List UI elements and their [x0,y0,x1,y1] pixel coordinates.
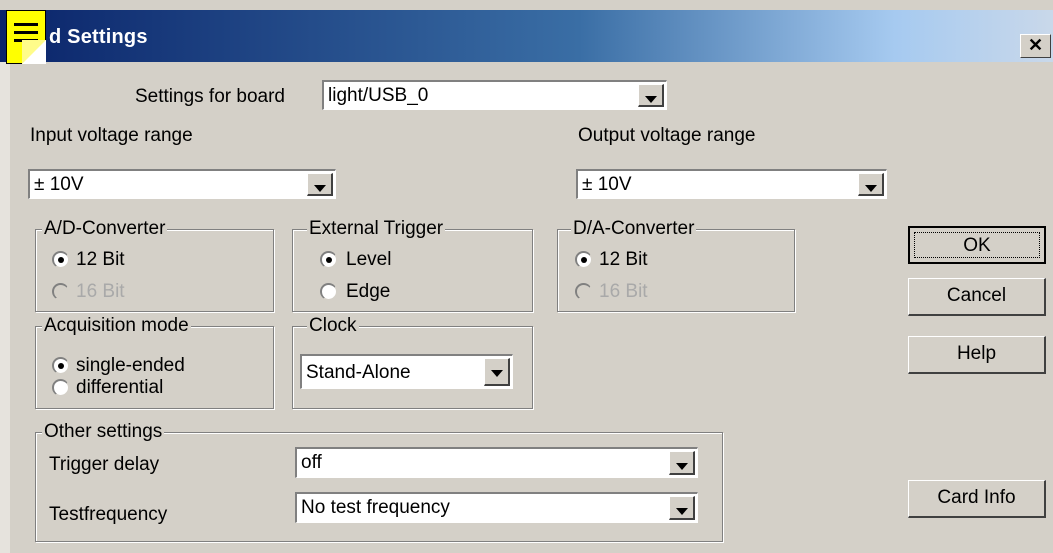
board-value: light/USB_0 [328,85,429,106]
external-trigger-title: External Trigger [307,218,446,240]
acquisition-mode-title: Acquisition mode [42,315,191,337]
trigger-delay-select[interactable]: off [295,447,698,478]
ad-16bit-radio [52,283,69,300]
chevron-down-icon[interactable] [484,358,510,386]
testfrequency-label: Testfrequency [49,504,168,525]
da-converter-title: D/A-Converter [571,218,697,240]
single-ended-radio[interactable] [52,357,69,374]
trigger-delay-label: Trigger delay [49,454,160,475]
da-12bit-radio[interactable] [575,251,592,268]
testfrequency-select[interactable]: No test frequency [295,492,698,523]
output-range-value: ± 10V [582,174,632,195]
board-label: Settings for board [135,86,285,107]
trigger-delay-value: off [301,452,322,473]
input-range-label: Input voltage range [30,125,193,146]
close-button[interactable]: ✕ [1020,34,1051,58]
input-range-value: ± 10V [34,174,84,195]
da-16bit-radio [575,283,592,300]
clock-title: Clock [307,315,359,337]
window-title: d Settings [49,26,148,48]
left-edge [0,62,10,553]
other-settings-title: Other settings [42,421,165,443]
trigger-edge-label[interactable]: Edge [346,281,390,303]
input-range-select[interactable]: ± 10V [28,169,336,199]
chevron-down-icon[interactable] [307,173,333,196]
single-ended-label[interactable]: single-ended [76,355,185,377]
ad-12bit-radio[interactable] [52,251,69,268]
ad-converter-group [35,229,274,312]
output-range-label: Output voltage range [578,125,756,146]
chevron-down-icon[interactable] [638,84,664,107]
clock-select[interactable]: Stand-Alone [300,354,513,389]
da-16bit-label: 16 Bit [599,281,648,302]
ad-converter-title: A/D-Converter [42,218,168,240]
trigger-level-label[interactable]: Level [346,249,391,271]
trigger-edge-radio[interactable] [320,283,337,300]
differential-radio[interactable] [52,379,69,396]
chevron-down-icon[interactable] [858,173,884,196]
title-bar[interactable]: d Settings ✕ [0,10,1053,62]
settings-dialog: d Settings ✕ Settings for board light/US… [0,0,1053,553]
ad-16bit-label: 16 Bit [76,281,125,302]
cancel-button[interactable]: Cancel [908,278,1046,316]
da-12bit-label[interactable]: 12 Bit [599,249,648,271]
da-converter-group [557,229,795,312]
note-icon[interactable] [6,10,46,64]
output-range-select[interactable]: ± 10V [576,169,887,199]
ad-12bit-label[interactable]: 12 Bit [76,249,125,271]
differential-label[interactable]: differential [76,377,163,399]
clock-value: Stand-Alone [306,362,411,383]
testfrequency-value: No test frequency [301,497,450,518]
chevron-down-icon[interactable] [669,496,695,520]
card-info-button[interactable]: Card Info [908,480,1046,518]
chevron-down-icon[interactable] [669,451,695,475]
ok-button[interactable]: OK [908,226,1046,264]
trigger-level-radio[interactable] [320,251,337,268]
board-select[interactable]: light/USB_0 [322,80,667,110]
ok-button-label: OK [914,232,1040,258]
help-button[interactable]: Help [908,336,1046,374]
